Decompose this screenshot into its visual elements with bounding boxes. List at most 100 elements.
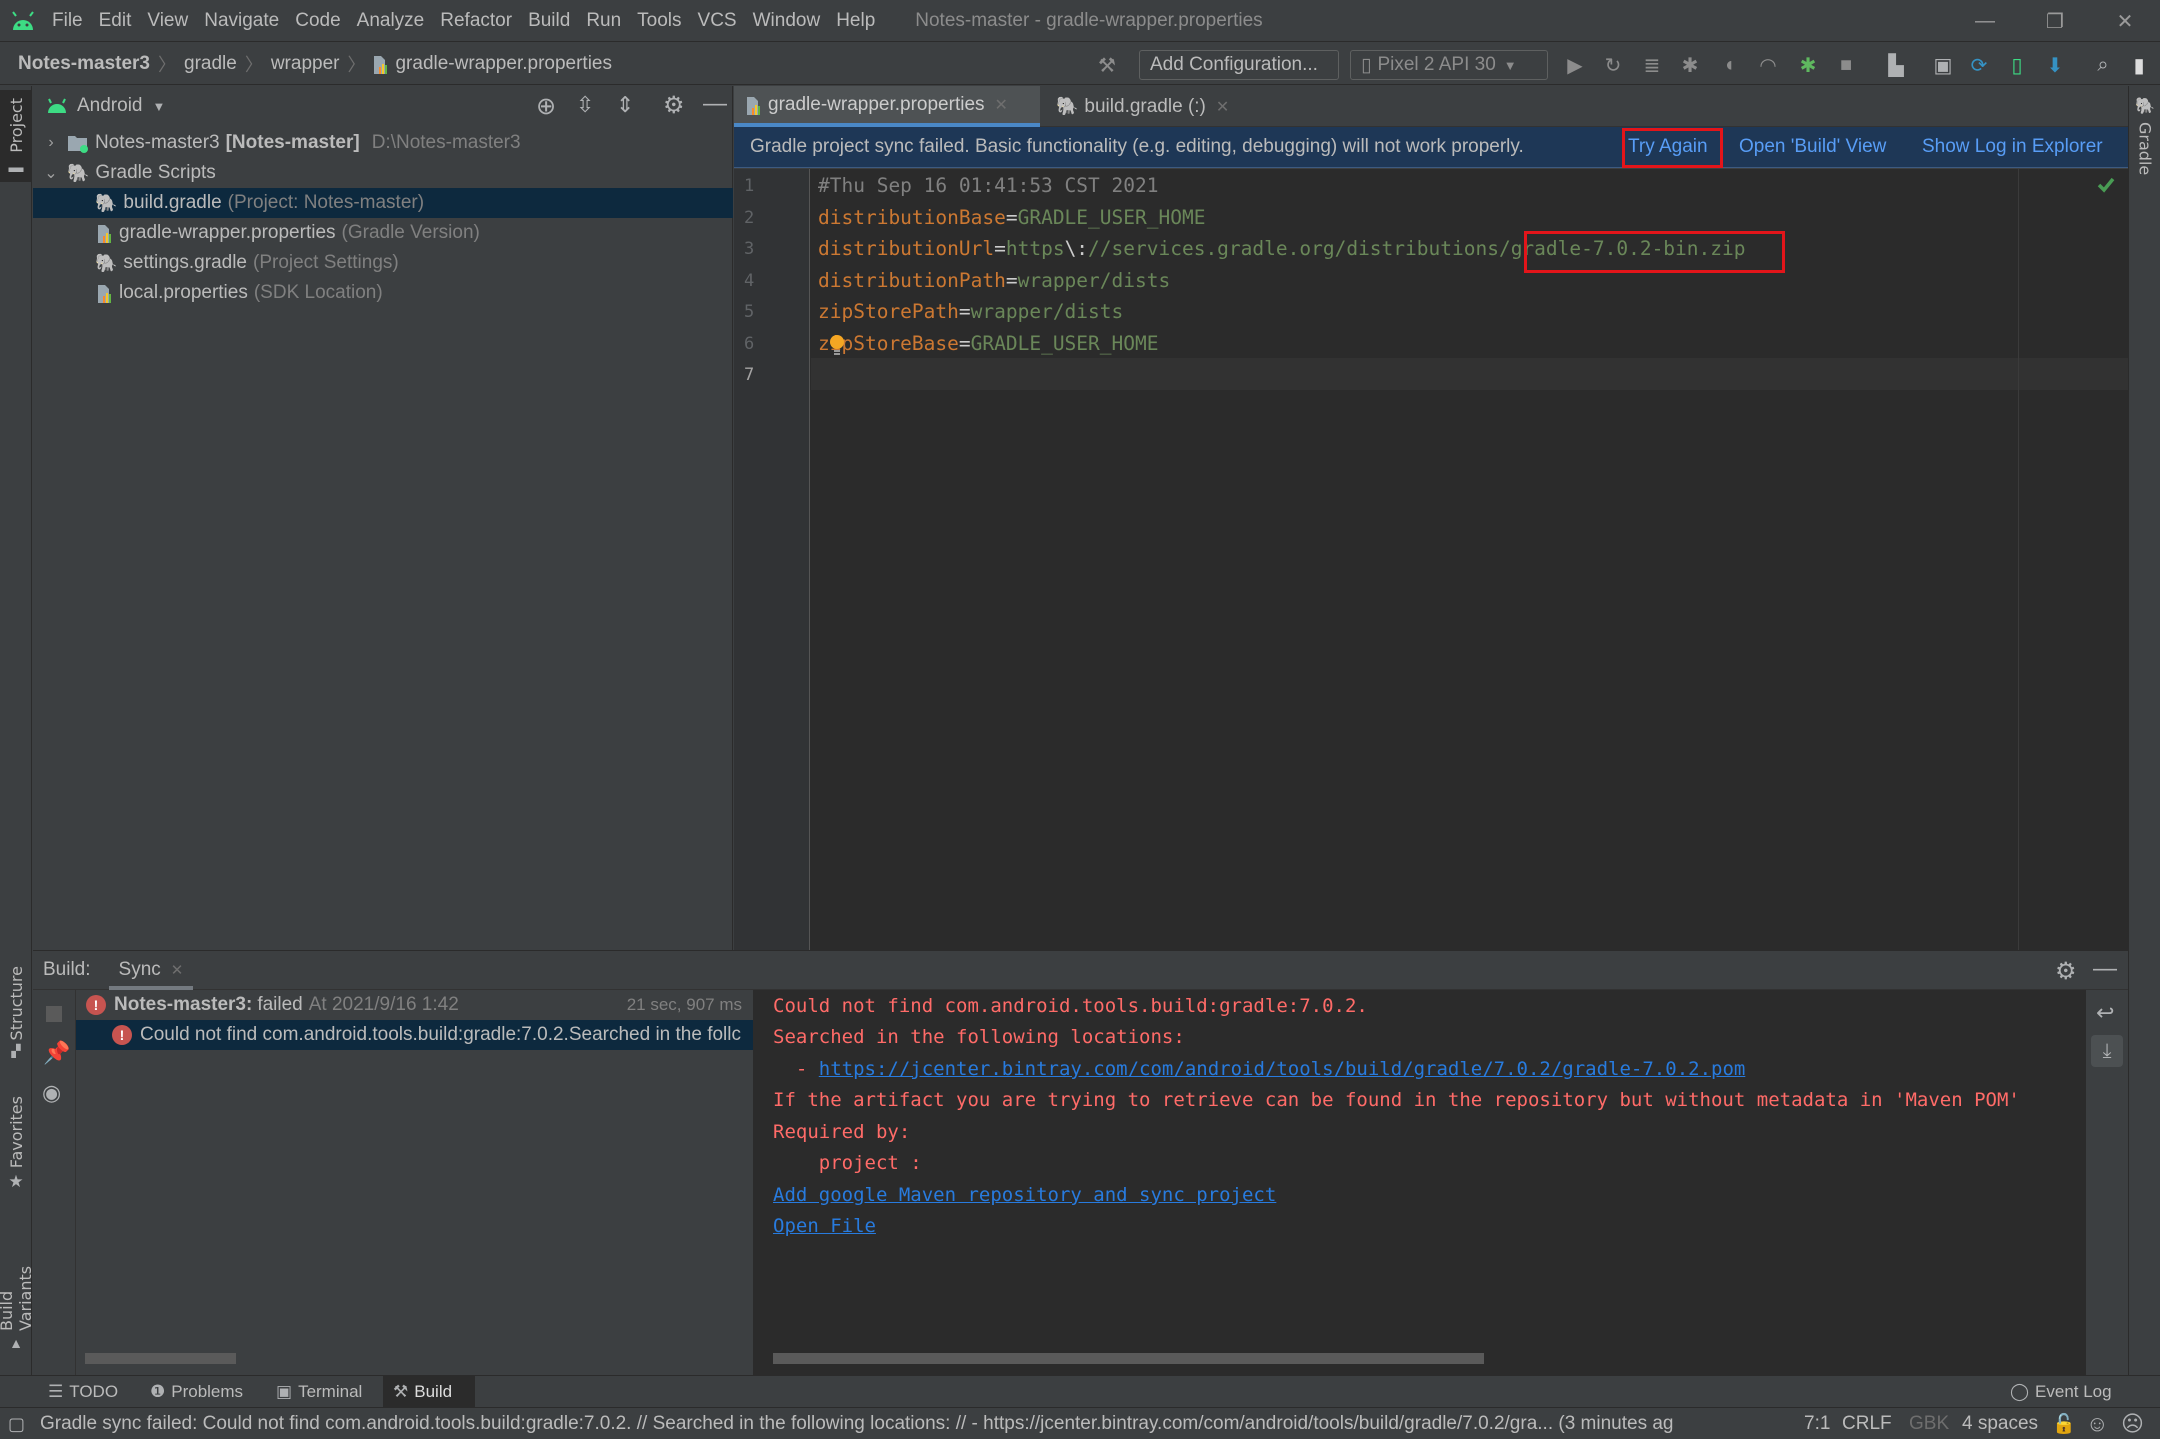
horizontal-scrollbar[interactable] <box>85 1353 236 1364</box>
open-build-view-link[interactable]: Open 'Build' View <box>1739 136 1886 158</box>
menu-edit[interactable]: Edit <box>99 10 132 32</box>
tool-tab-gradle[interactable]: 🐘 Gradle <box>2129 96 2160 186</box>
status-message[interactable]: Gradle sync failed: Could not find com.a… <box>40 1408 1760 1439</box>
tab-gradle-wrapper-properties[interactable]: gradle-wrapper.properties ✕ <box>734 86 1040 127</box>
tool-tab-terminal[interactable]: ▣ Terminal <box>266 1376 372 1408</box>
build-result-row[interactable]: ! Notes-master3: failed At 2021/9/16 1:4… <box>76 990 753 1020</box>
add-google-maven-repository-link[interactable]: Add google Maven repository and sync pro… <box>773 1184 1276 1206</box>
menu-analyze[interactable]: Analyze <box>357 10 425 32</box>
stop-icon[interactable]: ■ <box>1833 52 1859 78</box>
menu-refactor[interactable]: Refactor <box>440 10 512 32</box>
menu-run[interactable]: Run <box>586 10 621 32</box>
scroll-to-end-icon[interactable]: ⤓ <box>2091 1035 2123 1067</box>
breadcrumb-wrapper[interactable]: wrapper <box>271 53 340 75</box>
sync-failed-banner: Gradle project sync failed. Basic functi… <box>734 127 2128 168</box>
lock-open-icon[interactable]: 🔓 <box>2052 1408 2076 1439</box>
menu-window[interactable]: Window <box>753 10 821 32</box>
soft-wrap-icon[interactable]: ↩ <box>2096 1000 2114 1026</box>
search-icon[interactable]: ⌕ <box>2090 52 2116 78</box>
hide-panel-icon[interactable]: — <box>703 90 727 118</box>
android-icon <box>48 98 66 113</box>
build-error-row[interactable]: ! Could not find com.android.tools.build… <box>76 1020 753 1050</box>
tool-tab-favorites[interactable]: Favorites ★ <box>0 1096 32 1196</box>
caret-position[interactable]: 7:1 <box>1804 1408 1830 1439</box>
menu-navigate[interactable]: Navigate <box>204 10 279 32</box>
collapse-all-icon[interactable]: ⇕ <box>616 92 634 118</box>
no-problems-checkmark-icon[interactable] <box>2097 177 2115 193</box>
profiler-icon[interactable]: ◠ <box>1755 52 1781 78</box>
open-file-link[interactable]: Open File <box>773 1215 876 1237</box>
chevron-down-icon[interactable]: ⌄ <box>41 163 61 183</box>
profile-icon[interactable]: ◖ <box>1716 52 1742 78</box>
sdk-manager-icon[interactable]: ⬇ <box>2042 52 2068 78</box>
tool-tab-project[interactable]: Project ▬ <box>0 90 32 182</box>
close-tab-icon[interactable]: ✕ <box>995 95 1008 115</box>
menu-tools[interactable]: Tools <box>637 10 681 32</box>
try-again-link[interactable]: Try Again <box>1628 136 1708 158</box>
sad-feedback-icon[interactable]: ☹ <box>2121 1408 2144 1439</box>
menu-view[interactable]: View <box>147 10 188 32</box>
tree-item-module[interactable]: › Notes-master3 [Notes-master] D:\Notes-… <box>33 128 733 158</box>
device-manager-icon[interactable]: ▯ <box>2004 52 2030 78</box>
expand-all-icon[interactable]: ⇳ <box>576 92 594 118</box>
pin-icon[interactable]: 📌 <box>43 1040 70 1066</box>
tool-tab-problems[interactable]: ❶ Problems <box>140 1376 253 1408</box>
debug-icon[interactable]: ✱ <box>1677 52 1703 78</box>
tool-tab-todo[interactable]: ☰ TODO <box>38 1376 128 1408</box>
line-separator[interactable]: CRLF <box>1842 1408 1892 1439</box>
close-tab-icon[interactable]: ✕ <box>171 961 184 979</box>
jcenter-pom-link[interactable]: https://jcenter.bintray.com/com/android/… <box>819 1058 1746 1080</box>
tab-build-gradle[interactable]: 🐘 build.gradle (:) ✕ <box>1044 86 1241 127</box>
tool-tab-event-log[interactable]: ◯ Event Log <box>2000 1376 2122 1408</box>
attach-debugger-icon[interactable]: ✱ <box>1795 52 1821 78</box>
gear-icon[interactable]: ⚙ <box>663 91 685 120</box>
eye-filter-icon[interactable]: ◉ <box>42 1080 61 1106</box>
show-log-in-explorer-link[interactable]: Show Log in Explorer <box>1922 136 2103 158</box>
code-editor[interactable]: 1 2 3 4 5 6 7 #Thu Sep 16 01:41:53 CST 2… <box>734 169 2128 950</box>
apply-code-changes-icon[interactable]: ≣ <box>1639 52 1665 78</box>
tool-tab-build[interactable]: ⚒ Build <box>383 1376 475 1408</box>
gear-icon[interactable]: ⚙ <box>2055 957 2077 986</box>
sync-gradle-icon[interactable]: ⟳ <box>1966 52 1992 78</box>
hammer-build-icon[interactable]: ⚒ <box>1094 52 1120 78</box>
device-selector[interactable]: ▯ Pixel 2 API 30 ▼ <box>1350 50 1548 80</box>
breadcrumb-file[interactable]: gradle-wrapper.properties <box>395 53 612 75</box>
lightbulb-icon[interactable] <box>829 334 845 356</box>
toggle-tool-windows-icon[interactable]: ▢ <box>8 1408 25 1439</box>
breadcrumb-gradle[interactable]: gradle <box>184 53 237 75</box>
menu-code[interactable]: Code <box>295 10 340 32</box>
menu-vcs[interactable]: VCS <box>698 10 737 32</box>
stop-icon[interactable] <box>46 1006 62 1022</box>
horizontal-scrollbar[interactable] <box>773 1353 1484 1364</box>
locate-file-icon[interactable]: ⊕ <box>536 92 556 121</box>
restore-button[interactable]: ❐ <box>2025 0 2085 42</box>
close-button[interactable]: ✕ <box>2095 0 2155 42</box>
tree-item-gradle-scripts[interactable]: ⌄ 🐘 Gradle Scripts <box>33 158 733 188</box>
avd-manager-icon[interactable]: ▣ <box>1930 52 1956 78</box>
account-icon[interactable]: ▮ <box>2126 52 2152 78</box>
run-icon[interactable]: ▶ <box>1562 52 1588 78</box>
tree-item-local-properties[interactable]: local.properties (SDK Location) <box>33 278 733 308</box>
hide-panel-icon[interactable]: — <box>2093 955 2117 983</box>
indent-setting[interactable]: 4 spaces <box>1962 1408 2038 1439</box>
highlighted-filename: gradle-7.0.2-bin.zip <box>1510 237 1746 260</box>
menu-file[interactable]: File <box>52 10 83 32</box>
tool-tab-structure[interactable]: Structure ▞ <box>0 966 32 1066</box>
tree-item-gradle-wrapper-properties[interactable]: gradle-wrapper.properties (Gradle Versio… <box>33 218 733 248</box>
tool-tab-build-variants[interactable]: Build Variants ▲ <box>0 1221 35 1351</box>
tab-sync[interactable]: Sync ✕ <box>108 950 194 990</box>
breadcrumb-project[interactable]: Notes-master3 <box>18 53 150 75</box>
menu-build[interactable]: Build <box>528 10 570 32</box>
add-configuration-button[interactable]: Add Configuration... <box>1139 50 1339 80</box>
apply-changes-icon[interactable]: ↻ <box>1600 52 1626 78</box>
menu-help[interactable]: Help <box>836 10 875 32</box>
chevron-right-icon[interactable]: › <box>41 134 61 152</box>
happy-feedback-icon[interactable]: ☺ <box>2086 1408 2108 1439</box>
view-mode-selector[interactable]: Android ▼ <box>47 95 165 117</box>
close-tab-icon[interactable]: ✕ <box>1216 97 1229 117</box>
tree-item-build-gradle[interactable]: 🐘 build.gradle (Project: Notes-master) <box>33 188 733 218</box>
minimize-button[interactable]: — <box>1955 0 2015 42</box>
tree-item-settings-gradle[interactable]: 🐘 settings.gradle (Project Settings) <box>33 248 733 278</box>
file-encoding[interactable]: GBK <box>1909 1408 1949 1439</box>
project-structure-icon[interactable]: ▙ <box>1883 52 1909 78</box>
